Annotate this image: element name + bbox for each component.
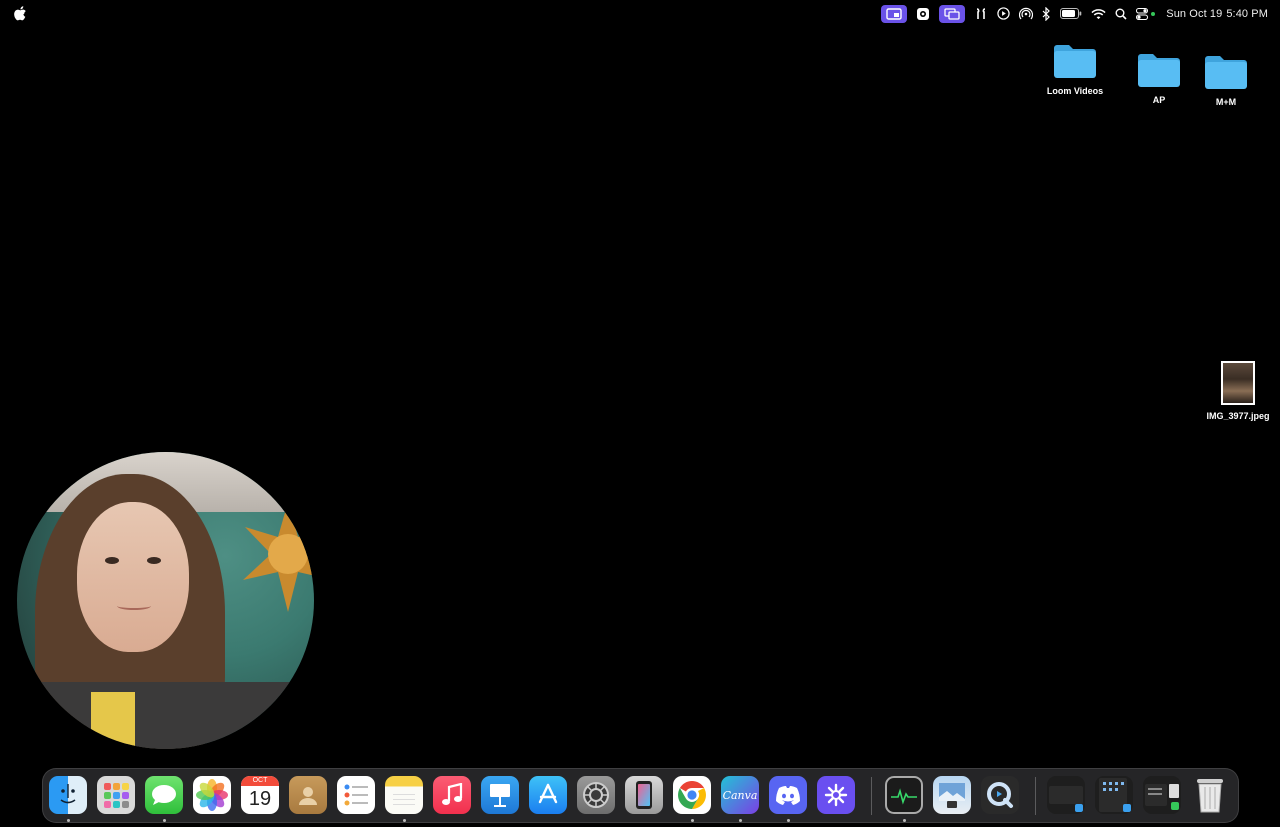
- dock-finder[interactable]: [49, 776, 87, 814]
- dock-contacts[interactable]: [289, 776, 327, 814]
- camera-icon[interactable]: [916, 4, 930, 24]
- airdrop-icon[interactable]: [1019, 4, 1034, 24]
- running-indicator: [787, 819, 790, 822]
- windows-icon[interactable]: [939, 4, 966, 23]
- control-center-icon[interactable]: [1136, 4, 1156, 24]
- desktop-item-label: IMG_3977.jpeg: [1206, 411, 1270, 421]
- dock-stack-downloads[interactable]: [1047, 776, 1085, 814]
- menu-bar: Sun Oct 19 5:40 PM: [0, 0, 1280, 27]
- running-indicator: [163, 819, 166, 822]
- dock-system-settings[interactable]: [577, 776, 615, 814]
- keynote-icon: [490, 784, 510, 807]
- trash-icon: [1197, 779, 1223, 813]
- stack-icon: [1145, 784, 1179, 810]
- play-circle-icon[interactable]: [997, 4, 1010, 24]
- airpods-icon[interactable]: [974, 4, 988, 24]
- person-shirt: [17, 682, 314, 749]
- status-tray: Sun Oct 19 5:40 PM: [872, 0, 1268, 27]
- desktop-item-label: Loom Videos: [1046, 86, 1104, 96]
- bluetooth-icon[interactable]: [1042, 4, 1051, 24]
- calendar-month: OCT: [241, 776, 279, 786]
- folder-icon: [1054, 45, 1096, 78]
- activity-monitor-icon: [891, 788, 917, 805]
- clock-time: 5:40 PM: [1226, 7, 1268, 20]
- iphone-icon: [636, 781, 652, 809]
- dock-notes[interactable]: [385, 776, 423, 814]
- dock-stack-3[interactable]: [1143, 776, 1181, 814]
- search-icon[interactable]: [1115, 4, 1127, 24]
- notes-icon: [393, 794, 415, 805]
- dock-iphone-mirroring[interactable]: [625, 776, 663, 814]
- folder-icon: [1205, 56, 1247, 89]
- apple-icon[interactable]: [13, 6, 27, 21]
- mouth: [117, 602, 151, 610]
- preview-icon: [939, 783, 965, 808]
- desktop-item-label: M+M: [1215, 97, 1237, 107]
- photos-icon: [196, 779, 228, 811]
- running-indicator: [403, 819, 406, 822]
- discord-icon: [776, 786, 800, 805]
- clock-date: Sun Oct 19: [1166, 7, 1223, 20]
- running-indicator: [67, 819, 70, 822]
- canva-label: Canva: [722, 788, 758, 802]
- calendar-day: 19: [248, 788, 272, 810]
- running-indicator: [739, 819, 742, 822]
- running-indicator: [903, 819, 906, 822]
- gear-icon: [583, 782, 609, 808]
- dock-messages[interactable]: [145, 776, 183, 814]
- dock-app-store[interactable]: [529, 776, 567, 814]
- dock-separator: [1035, 777, 1036, 815]
- sun-decoration: [243, 502, 314, 612]
- chrome-icon: [678, 781, 706, 809]
- person-face: [77, 502, 189, 652]
- music-icon: [442, 783, 463, 805]
- battery-icon[interactable]: [1060, 4, 1082, 24]
- right-eye: [147, 557, 161, 564]
- dock-preview[interactable]: [933, 776, 971, 814]
- running-indicator: [691, 819, 694, 822]
- desktop-folder-loom-videos[interactable]: Loom Videos: [1035, 42, 1115, 96]
- dock-quicktime[interactable]: [981, 776, 1019, 814]
- stack-icon: [1049, 786, 1083, 812]
- reminders-icon: [344, 784, 368, 806]
- desktop-folder-m-m[interactable]: M+M: [1186, 53, 1266, 107]
- dock-keynote[interactable]: [481, 776, 519, 814]
- camera-bubble[interactable]: [17, 452, 314, 749]
- dock-launchpad[interactable]: [97, 776, 135, 814]
- contacts-icon: [299, 787, 317, 805]
- left-eye: [105, 557, 119, 564]
- dock-separator: [871, 777, 872, 815]
- dock-reminders[interactable]: [337, 776, 375, 814]
- quicktime-icon: [987, 782, 1013, 808]
- dock-trash[interactable]: [1191, 776, 1229, 814]
- wifi-icon[interactable]: [1091, 4, 1106, 24]
- app-store-icon: [538, 783, 558, 804]
- dock: OCT 19 Canva: [42, 768, 1239, 823]
- dock-music[interactable]: [433, 776, 471, 814]
- folder-icon: [1138, 54, 1180, 87]
- finder-icon: [60, 784, 76, 804]
- desktop-file-img-3977[interactable]: IMG_3977.jpeg: [1198, 361, 1278, 421]
- person-undershirt: [91, 692, 135, 749]
- dock-google-chrome[interactable]: [673, 776, 711, 814]
- dock-discord[interactable]: [769, 776, 807, 814]
- dock-stack-2[interactable]: [1095, 776, 1133, 814]
- messages-icon: [152, 785, 176, 805]
- launchpad-icon: [104, 783, 129, 808]
- screen-share-icon[interactable]: [881, 4, 908, 23]
- stack-icon: [1099, 778, 1131, 812]
- dock-canva[interactable]: Canva: [721, 776, 759, 814]
- asterisk-icon: [824, 783, 848, 807]
- dock-activity-monitor[interactable]: [885, 776, 923, 814]
- dock-perplexity[interactable]: [817, 776, 855, 814]
- dock-photos[interactable]: [193, 776, 231, 814]
- image-thumbnail: [1221, 361, 1255, 405]
- desktop-item-label: AP: [1152, 95, 1166, 105]
- dock-calendar[interactable]: OCT 19: [241, 776, 279, 814]
- menu-clock[interactable]: Sun Oct 19 5:40 PM: [1166, 8, 1268, 20]
